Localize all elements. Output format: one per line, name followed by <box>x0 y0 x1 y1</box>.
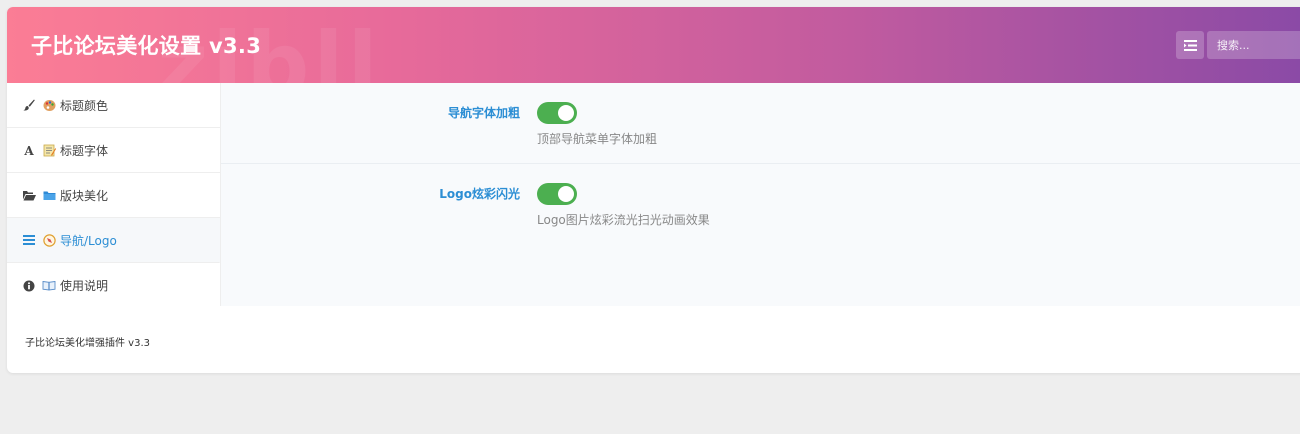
setting-row-nav-bold: 导航字体加粗 顶部导航菜单字体加粗 <box>221 83 1300 164</box>
folder-icon <box>42 188 56 202</box>
setting-description: 顶部导航菜单字体加粗 <box>537 132 658 146</box>
info-circle-icon <box>22 279 36 293</box>
palette-icon <box>42 98 56 112</box>
sidebar-item-nav-logo[interactable]: 导航/Logo <box>7 218 220 263</box>
search-input[interactable] <box>1207 31 1300 59</box>
sidebar-item-label: 标题字体 <box>60 143 109 158</box>
sidebar-item-label: 使用说明 <box>60 279 109 293</box>
compass-icon <box>42 233 56 247</box>
memo-icon <box>42 143 56 157</box>
folder-open-icon <box>22 188 36 202</box>
expand-all-button[interactable] <box>1176 31 1204 59</box>
sidebar: 标题颜色 A 标题字体 版块美化 导航/Logo 使用说明 <box>7 83 220 306</box>
setting-description: Logo图片炫彩流光扫光动画效果 <box>537 213 710 227</box>
sidebar-item-label: 版块美化 <box>60 188 109 203</box>
settings-panel: zibll 子比论坛美化设置 v3.3 标题颜色 A <box>7 7 1300 373</box>
settings-content: 导航字体加粗 顶部导航菜单字体加粗 Logo炫彩闪光 Logo图片炫彩流光扫光动… <box>220 83 1300 306</box>
setting-label: Logo炫彩闪光 <box>439 187 520 201</box>
list-indent-icon <box>1183 39 1197 51</box>
footer-text: 子比论坛美化增强插件 v3.3 <box>25 338 150 349</box>
logo-shine-toggle[interactable] <box>537 183 577 205</box>
header: zibll 子比论坛美化设置 v3.3 <box>7 7 1300 83</box>
page-title: 子比论坛美化设置 v3.3 <box>31 34 262 58</box>
paintbrush-icon <box>22 98 36 112</box>
sidebar-item-title-font[interactable]: A 标题字体 <box>7 128 220 173</box>
sidebar-item-label: 标题颜色 <box>60 98 109 113</box>
font-icon: A <box>22 143 36 157</box>
sidebar-item-instructions[interactable]: 使用说明 <box>7 263 220 308</box>
setting-row-logo-shine: Logo炫彩闪光 Logo图片炫彩流光扫光动画效果 <box>221 164 1300 245</box>
sidebar-item-title-color[interactable]: 标题颜色 <box>7 83 220 128</box>
sidebar-item-label: 导航/Logo <box>60 233 117 248</box>
bars-icon <box>22 233 36 247</box>
sidebar-item-section-style[interactable]: 版块美化 <box>7 173 220 218</box>
book-icon <box>42 279 56 293</box>
nav-bold-toggle[interactable] <box>537 102 577 124</box>
setting-label: 导航字体加粗 <box>447 106 520 120</box>
svg-text:A: A <box>23 144 34 156</box>
